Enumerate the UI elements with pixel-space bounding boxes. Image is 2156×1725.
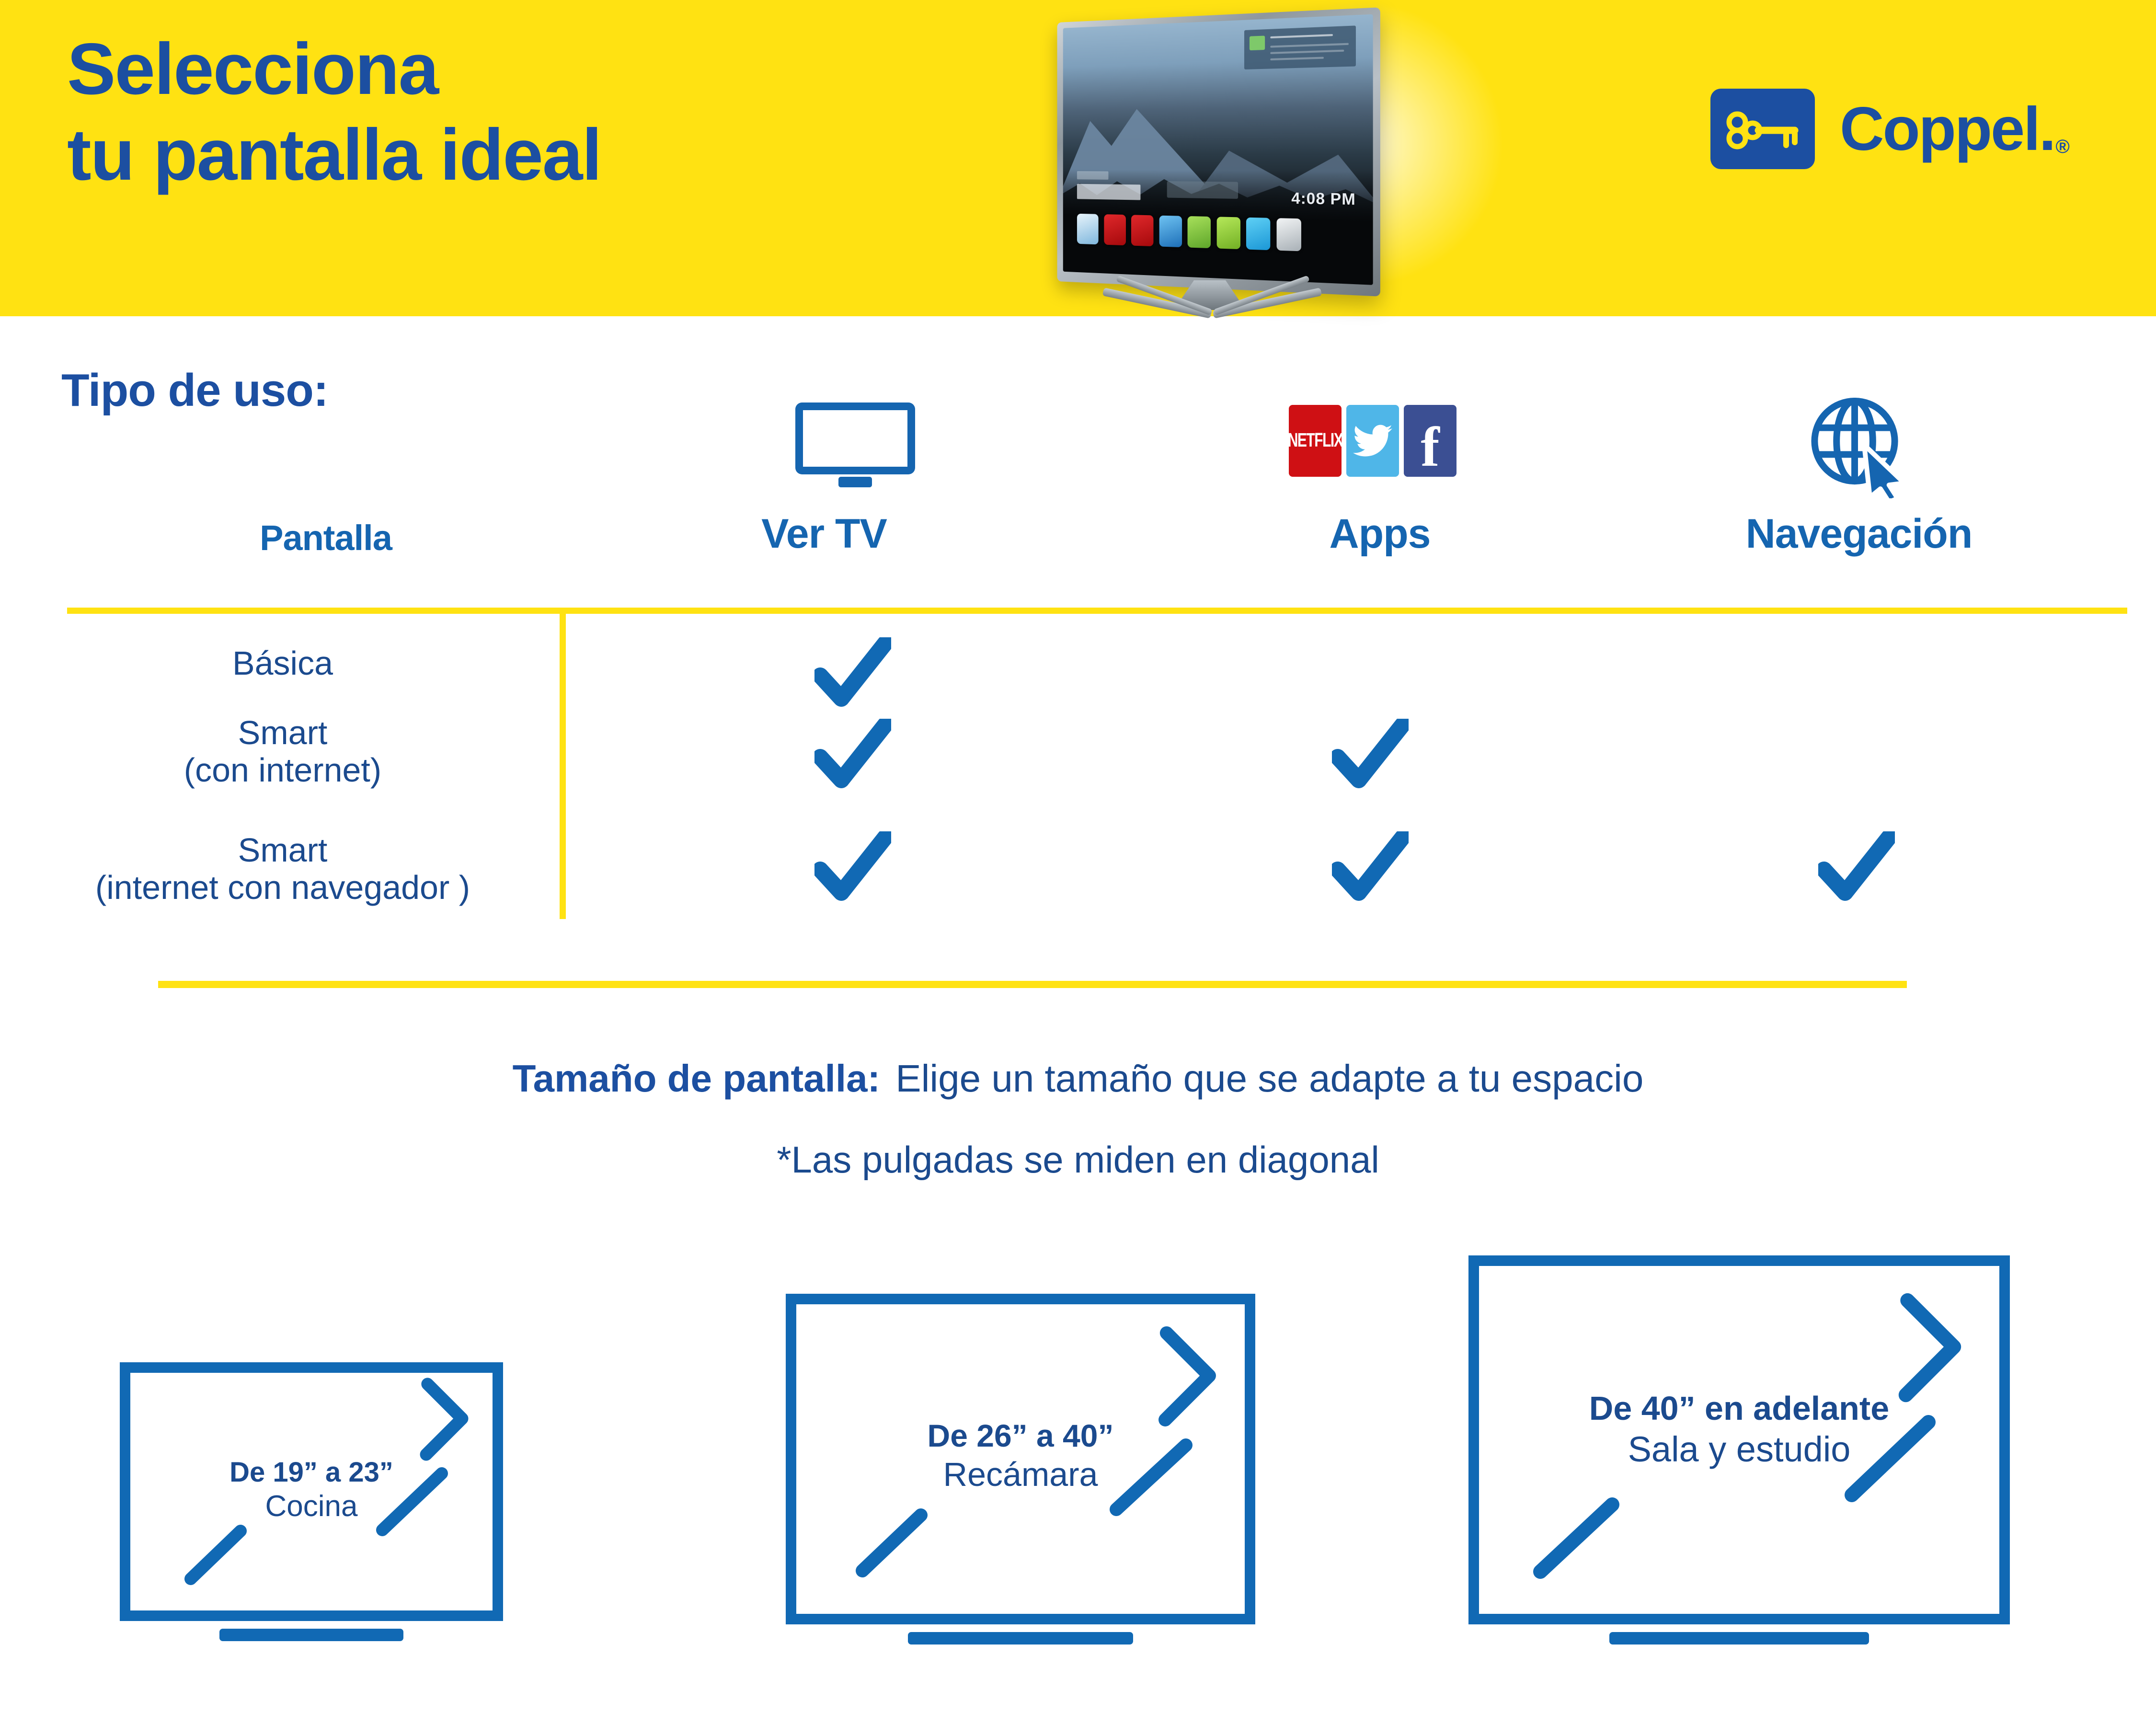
page-title: Selecciona tu pantalla ideal bbox=[67, 26, 977, 198]
hulu-app-icon bbox=[1187, 216, 1211, 249]
hero-tv-body: 4:08 PM bbox=[1057, 7, 1380, 297]
size-section-heading: Tamaño de pantalla: Elige un tamaño que s… bbox=[0, 1057, 2156, 1101]
row-label-line-2: (con internet) bbox=[183, 751, 382, 789]
usage-section-label: Tipo de uso: bbox=[61, 365, 329, 416]
size-box-size-label: De 19” a 23” Cocina bbox=[120, 1456, 503, 1524]
size-box-recamara: De 26” a 40” Recámara bbox=[786, 1294, 1255, 1644]
vudu-app-icon bbox=[1216, 216, 1240, 250]
os-subtitle-bar bbox=[1077, 171, 1109, 180]
youtube-app-icon bbox=[1104, 214, 1126, 246]
table-row: Smart (internet con navegador ) bbox=[29, 831, 537, 907]
coppel-wordmark-text: Coppel bbox=[1840, 94, 2041, 163]
page-title-line-1: Selecciona bbox=[67, 28, 439, 110]
table-row: Básica bbox=[29, 644, 537, 682]
size-box-room-text: Cocina bbox=[265, 1490, 358, 1523]
check-icon bbox=[812, 716, 894, 788]
app-store-icon bbox=[1159, 215, 1182, 248]
size-box-cocina: De 19” a 23” Cocina bbox=[120, 1362, 503, 1641]
tv-stand bbox=[1609, 1632, 1869, 1644]
checkmark-smart-internet-ver-tv bbox=[812, 716, 894, 791]
netflix-app-icon bbox=[1131, 214, 1154, 247]
checkmark-smart-navegador-apps bbox=[1330, 829, 1411, 903]
notification-icon bbox=[1250, 35, 1265, 51]
check-icon bbox=[1330, 716, 1411, 788]
table-row: Smart (con internet) bbox=[29, 714, 537, 789]
notification-title-line bbox=[1270, 34, 1333, 38]
check-icon bbox=[812, 829, 894, 901]
os-title-bar bbox=[1077, 184, 1141, 200]
key-icon bbox=[1726, 111, 1799, 150]
notification-body-line-2 bbox=[1270, 49, 1344, 54]
netflix-icon-label: NETFLIX bbox=[1289, 430, 1342, 451]
coppel-logo: Coppel.® bbox=[1710, 89, 2070, 169]
app-tiles-icon: NETFLIX f bbox=[1289, 405, 1471, 477]
tv-outline-base bbox=[838, 477, 872, 487]
row-label-line-1: Smart bbox=[238, 831, 328, 869]
registered-mark: ® bbox=[2055, 136, 2070, 157]
skype-app-icon bbox=[1246, 217, 1271, 251]
tv-outline-screen bbox=[795, 402, 915, 474]
size-box-room-text: Sala y estudio bbox=[1628, 1429, 1851, 1469]
hero-tv-clock: 4:08 PM bbox=[1291, 189, 1356, 208]
tv-outline-icon bbox=[795, 402, 915, 491]
hero-tv-photo: 4:08 PM bbox=[1030, 5, 1394, 331]
checkmark-smart-navegador-ver-tv bbox=[812, 829, 894, 903]
table-horizontal-rule bbox=[67, 608, 2127, 614]
size-box-size-text: De 40” en adelante bbox=[1589, 1390, 1890, 1427]
notification-body-line-3 bbox=[1270, 57, 1324, 60]
size-box-size-label: De 26” a 40” Recámara bbox=[786, 1417, 1255, 1494]
size-section-note: *Las pulgadas se miden en diagonal bbox=[777, 1138, 1379, 1181]
row-label-line-2: (internet con navegador ) bbox=[95, 869, 470, 907]
size-box-room-text: Recámara bbox=[943, 1455, 1098, 1493]
size-box-size-text: De 26” a 40” bbox=[927, 1418, 1114, 1453]
notification-popup bbox=[1244, 25, 1356, 69]
check-icon bbox=[1330, 829, 1411, 901]
column-header-pantalla: Pantalla bbox=[260, 518, 392, 558]
size-section-sentence: Elige un tamaño que se adapte a tu espac… bbox=[895, 1057, 1644, 1100]
tv-stand bbox=[907, 1632, 1134, 1644]
size-box-sala-estudio: De 40” en adelante Sala y estudio bbox=[1468, 1255, 2010, 1644]
check-icon bbox=[812, 635, 894, 707]
size-box-size-label: De 40” en adelante Sala y estudio bbox=[1468, 1389, 2010, 1470]
hero-tv-screen: 4:08 PM bbox=[1063, 14, 1373, 285]
globe-with-cursor-glyph bbox=[1811, 397, 1907, 505]
check-icon bbox=[1816, 829, 1897, 901]
checkmark-basica-ver-tv bbox=[812, 635, 894, 709]
globe-cursor-icon bbox=[1809, 395, 1909, 505]
coppel-wordmark: Coppel.® bbox=[1840, 94, 2070, 163]
table-vertical-rule bbox=[560, 608, 566, 919]
column-header-navegacion: Navegación bbox=[1745, 511, 1973, 557]
facebook-icon: f bbox=[1404, 405, 1456, 477]
settings-app-icon bbox=[1276, 218, 1301, 252]
row-label-line-1: Básica bbox=[232, 644, 333, 682]
facebook-f-glyph: f bbox=[1421, 415, 1440, 477]
search-bar bbox=[1167, 181, 1238, 199]
coppel-key-mark bbox=[1710, 89, 1815, 169]
notification-body-line-1 bbox=[1270, 43, 1349, 48]
checkmark-smart-navegador-navegacion bbox=[1816, 829, 1897, 903]
size-box-size-text: De 19” a 23” bbox=[229, 1457, 393, 1488]
size-section-lead: Tamaño de pantalla: bbox=[512, 1057, 881, 1100]
column-header-apps: Apps bbox=[1329, 511, 1431, 557]
netflix-icon: NETFLIX bbox=[1289, 405, 1342, 477]
photos-app-icon bbox=[1077, 213, 1099, 245]
section-divider bbox=[158, 981, 1907, 988]
row-label-line-1: Smart bbox=[238, 714, 328, 751]
checkmark-smart-internet-apps bbox=[1330, 716, 1411, 791]
tv-stand bbox=[219, 1629, 403, 1641]
page-title-line-2: tu pantalla ideal bbox=[67, 114, 602, 196]
column-header-ver-tv: Ver TV bbox=[761, 511, 887, 557]
twitter-icon bbox=[1346, 405, 1399, 477]
twitter-bird-glyph bbox=[1353, 425, 1392, 457]
